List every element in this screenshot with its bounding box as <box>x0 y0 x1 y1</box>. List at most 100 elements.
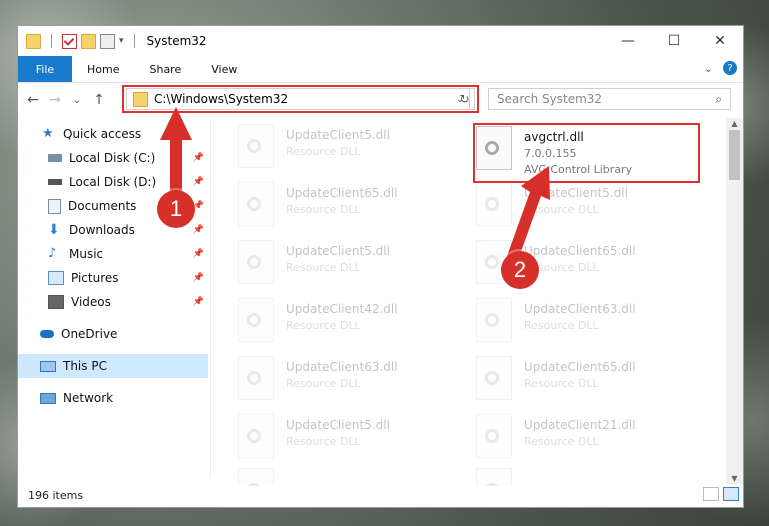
ribbon-tabs: File Home Share View ⌄ ? <box>18 56 743 83</box>
dll-file-icon <box>238 240 274 284</box>
file-item[interactable]: UpdateClient65.dll Resource DLL <box>238 182 468 232</box>
dll-file-icon <box>476 414 512 458</box>
file-item[interactable]: UpdateClient5.dll Resource DLL <box>238 240 468 290</box>
file-item[interactable]: UpdateClient21.dll Resource DLL <box>476 414 706 464</box>
search-placeholder: Search System32 <box>497 92 603 106</box>
sidebar-item-label: Network <box>63 391 114 405</box>
forward-button[interactable]: → <box>44 92 66 108</box>
file-name: UpdateClient42.dll <box>286 302 398 316</box>
sidebar-item-label: Local Disk (D:) <box>69 175 157 189</box>
dll-file-icon <box>238 182 274 226</box>
dll-file-icon <box>238 124 274 168</box>
maximize-button[interactable]: ☐ <box>651 26 697 56</box>
pin-icon[interactable]: 📌 <box>193 153 204 163</box>
scrollbar-thumb[interactable] <box>729 130 740 180</box>
back-button[interactable]: ← <box>22 92 44 108</box>
sidebar-item-this-pc[interactable]: This PC <box>18 354 208 378</box>
sidebar-item-label: Music <box>69 247 104 261</box>
pin-icon[interactable]: 📌 <box>193 225 204 235</box>
file-name: UpdateClient5.dll <box>286 244 390 258</box>
pin-icon[interactable]: 📌 <box>193 177 204 187</box>
sidebar-item-onedrive[interactable]: OneDrive <box>18 322 208 346</box>
scroll-down-icon[interactable]: ▼ <box>726 474 743 483</box>
dll-file-icon <box>238 414 274 458</box>
videos-icon <box>48 295 64 309</box>
tab-home[interactable]: Home <box>72 56 134 82</box>
chevron-down-icon[interactable]: ▾ <box>119 36 124 46</box>
step-2-badge: 2 <box>501 251 539 289</box>
sidebar-item-label: Quick access <box>63 127 142 141</box>
dll-file-icon <box>476 356 512 400</box>
minimize-button[interactable]: — <box>605 26 651 56</box>
view-switcher <box>703 487 739 501</box>
vertical-scrollbar[interactable]: ▲ ▼ <box>726 118 743 484</box>
item-count: 196 items <box>28 488 84 502</box>
sidebar-item-quick-access[interactable]: ★ Quick access <box>18 122 208 146</box>
dll-file-icon <box>238 356 274 400</box>
file-item[interactable]: UpdateClient5.dll Resource DLL <box>476 182 706 232</box>
window-controls: — ☐ ✕ <box>605 26 743 56</box>
ribbon-right: ⌄ ? <box>704 61 737 75</box>
sidebar-item-pictures[interactable]: Pictures 📌 <box>18 266 208 290</box>
sidebar-item-music[interactable]: ♪ Music 📌 <box>18 242 208 266</box>
pictures-icon <box>48 271 64 285</box>
sidebar-item-network[interactable]: Network <box>18 386 208 410</box>
status-bar: 196 items <box>18 483 743 507</box>
drive-icon <box>48 154 62 162</box>
pin-icon[interactable]: 📌 <box>193 297 204 307</box>
properties-icon[interactable] <box>62 33 77 49</box>
file-item[interactable]: UpdateClient5.dll Resource DLL <box>238 414 468 464</box>
sidebar-item-label: Videos <box>71 295 111 309</box>
divider <box>51 34 52 48</box>
file-item[interactable]: UpdateClient5.dll Resource DLL <box>238 124 468 174</box>
file-type: Resource DLL <box>524 203 599 216</box>
file-name: UpdateClient21.dll <box>524 418 636 432</box>
tab-view[interactable]: View <box>196 56 252 82</box>
close-button[interactable]: ✕ <box>697 26 743 56</box>
sidebar-item-label: Pictures <box>71 271 119 285</box>
drive-icon <box>48 179 62 185</box>
customize-toolbar-icon[interactable] <box>100 33 115 49</box>
file-item[interactable]: UpdateClient42.dll Resource DLL <box>238 298 468 348</box>
file-name: UpdateClient5.dll <box>524 186 628 200</box>
divider <box>133 34 135 48</box>
file-name: UpdateClient5.dll <box>286 418 390 432</box>
download-icon: ⬇ <box>48 222 60 238</box>
file-type: Resource DLL <box>286 435 361 448</box>
address-highlight-box <box>122 85 479 113</box>
pin-icon[interactable]: 📌 <box>193 249 204 259</box>
sidebar-item-label: Documents <box>68 199 137 213</box>
expand-ribbon-icon[interactable]: ⌄ <box>704 62 713 75</box>
sidebar-item-local-disk-c[interactable]: Local Disk (C:) 📌 <box>18 146 208 170</box>
scroll-up-icon[interactable]: ▲ <box>726 119 743 128</box>
file-item[interactable]: UpdateClient63.dll Resource DLL <box>476 298 706 348</box>
recent-locations-button[interactable]: ⌄ <box>66 95 88 106</box>
navigation-bar: ← → ⌄ ↑ C:\Windows\System32 ⌄ ↻ Search S… <box>18 83 743 117</box>
sidebar-item-label: Downloads <box>69 223 135 237</box>
new-folder-icon[interactable] <box>81 33 96 49</box>
pin-icon[interactable]: 📌 <box>193 273 204 283</box>
sidebar-item-videos[interactable]: Videos 📌 <box>18 290 208 314</box>
file-item[interactable]: UpdateClient65.dll Resource DLL <box>476 356 706 406</box>
sidebar-item-label: Local Disk (C:) <box>69 151 156 165</box>
tab-file[interactable]: File <box>18 56 72 82</box>
file-type: Resource DLL <box>286 377 361 390</box>
navigation-pane: ★ Quick access Local Disk (C:) 📌 Local D… <box>18 118 211 478</box>
file-type: Resource DLL <box>524 377 599 390</box>
large-icons-view-icon[interactable] <box>723 487 739 501</box>
star-icon: ★ <box>42 126 54 141</box>
file-name: UpdateClient65.dll <box>286 186 398 200</box>
search-input[interactable]: Search System32 ⌕ <box>488 88 731 110</box>
folder-icon[interactable] <box>26 33 41 49</box>
up-button[interactable]: ↑ <box>88 92 110 108</box>
music-icon: ♪ <box>48 246 57 261</box>
help-icon[interactable]: ? <box>723 61 737 75</box>
step-1-badge: 1 <box>157 190 195 228</box>
tab-share[interactable]: Share <box>134 56 196 82</box>
file-type: Resource DLL <box>286 319 361 332</box>
file-item[interactable]: UpdateClient63.dll Resource DLL <box>238 356 468 406</box>
file-name: UpdateClient63.dll <box>524 302 636 316</box>
details-view-icon[interactable] <box>703 487 719 501</box>
search-icon[interactable]: ⌕ <box>715 92 722 107</box>
dll-file-icon <box>476 182 512 226</box>
